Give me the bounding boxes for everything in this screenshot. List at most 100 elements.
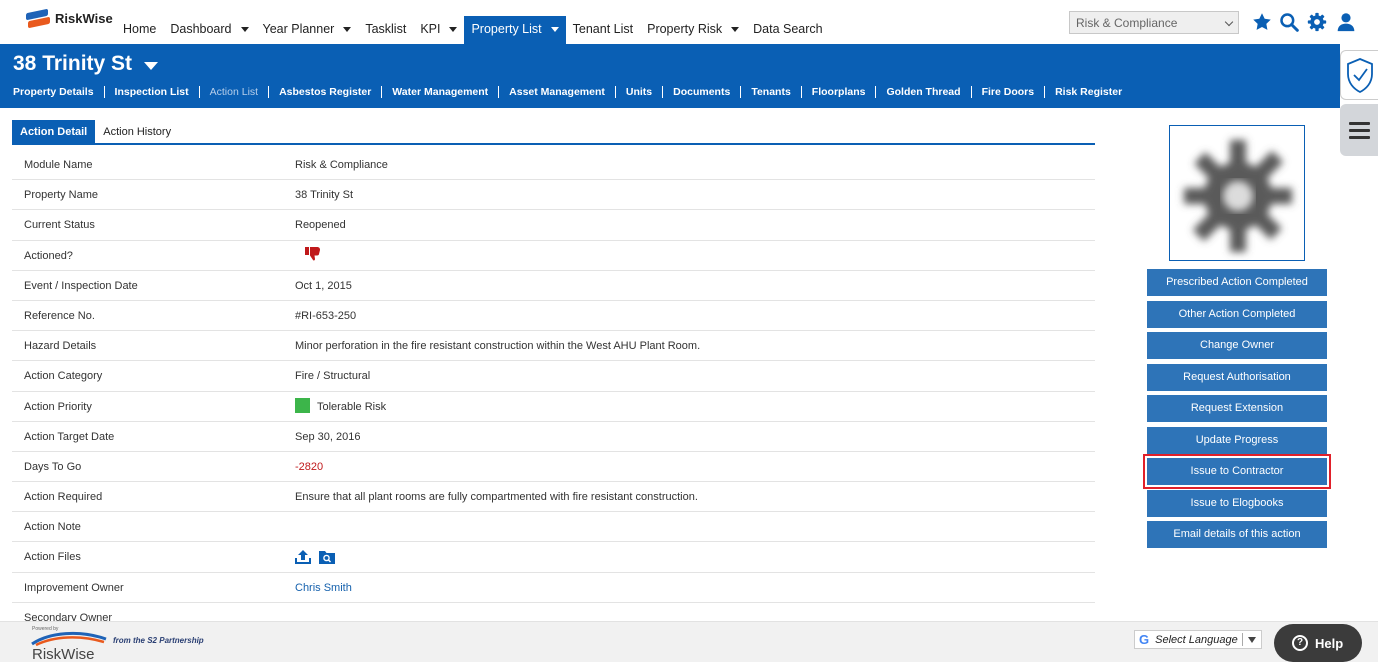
detail-row-event-inspection-date: Event / Inspection Date Oct 1, 2015 — [12, 271, 1095, 301]
detail-label: Action Priority — [24, 400, 92, 413]
compliance-panel-tab[interactable] — [1340, 50, 1378, 100]
detail-value — [305, 246, 321, 261]
detail-label: Action Files — [24, 551, 81, 564]
detail-value: -2820 — [295, 460, 324, 473]
issue-to-contractor-button[interactable]: Issue to Contractor — [1143, 454, 1331, 489]
top-navbar: RiskWise Home Dashboard Year Planner Taskli… — [0, 0, 1378, 44]
subnav-action-list[interactable]: Action List — [198, 86, 268, 98]
nav-item-label: Home — [123, 22, 157, 36]
detail-value: Risk & Compliance — [295, 159, 388, 171]
upload-icon[interactable] — [295, 549, 311, 565]
detail-row-current-status: Current Status Reopened — [12, 210, 1095, 241]
email-details-of-this-action-button[interactable]: Email details of this action — [1147, 521, 1327, 548]
nav-item-year-planner[interactable]: Year Planner — [256, 16, 359, 44]
subnav-asset-management[interactable]: Asset Management — [498, 86, 615, 98]
detail-label: Action Category — [24, 370, 103, 383]
app-name: RiskWise — [55, 10, 113, 26]
star-icon[interactable] — [1252, 12, 1272, 32]
help-button[interactable]: ? Help — [1274, 624, 1362, 662]
nav-item-home[interactable]: Home — [116, 16, 163, 44]
subnav-tenants[interactable]: Tenants — [740, 86, 800, 98]
caret-down-icon — [550, 27, 559, 32]
subnav-golden-thread[interactable]: Golden Thread — [875, 86, 970, 98]
detail-label: Property Name — [24, 189, 98, 202]
subnav-fire-doors[interactable]: Fire Doors — [970, 86, 1045, 98]
detail-value: Ensure that all plant rooms are fully co… — [295, 491, 698, 504]
detail-value: Tolerable Risk — [295, 397, 387, 413]
main-menu: Home Dashboard Year Planner Tasklist KPI Prop… — [116, 16, 830, 44]
google-icon: G — [1139, 632, 1150, 647]
language-select[interactable]: G Select Language — [1134, 630, 1262, 649]
detail-value[interactable]: Chris Smith — [295, 582, 352, 594]
detail-label: Module Name — [24, 159, 93, 171]
nav-item-label: Year Planner — [262, 22, 335, 36]
detail-value: Oct 1, 2015 — [295, 279, 352, 292]
nav-item-label: Tenant List — [572, 22, 634, 36]
search-icon[interactable] — [1279, 12, 1299, 32]
request-extension-button[interactable]: Request Extension — [1147, 395, 1327, 422]
detail-label: Days To Go — [24, 460, 82, 473]
chevron-down-icon — [1224, 17, 1234, 27]
subnav-water-management[interactable]: Water Management — [381, 86, 498, 98]
action-detail-table: Module Name Risk & Compliance Property Nam… — [12, 150, 1095, 633]
update-progress-button[interactable]: Update Progress — [1147, 426, 1327, 454]
subnav-risk-register[interactable]: Risk Register — [1044, 86, 1132, 98]
nav-item-tasklist[interactable]: Tasklist — [358, 16, 413, 44]
folder-search-icon[interactable] — [319, 549, 335, 565]
detail-value: Sep 30, 2016 — [295, 430, 361, 443]
detail-label: Hazard Details — [24, 340, 97, 353]
caret-down-icon — [240, 27, 249, 32]
detail-label: Reference No. — [24, 309, 95, 322]
subnav-floorplans[interactable]: Floorplans — [800, 86, 876, 98]
select-divider — [1242, 633, 1243, 646]
detail-row-module-name: Module Name Risk & Compliance — [12, 150, 1095, 181]
subnav-documents[interactable]: Documents — [662, 86, 740, 98]
nav-item-property-risk[interactable]: Property Risk — [640, 16, 746, 44]
detail-label: Action Target Date — [24, 430, 115, 443]
triangle-down-icon — [1248, 636, 1256, 643]
priority-label: Tolerable Risk — [317, 400, 387, 413]
detail-value: Minor perforation in the fire resistant … — [295, 340, 701, 353]
tab-action-history[interactable]: Action History — [95, 120, 179, 145]
caret-down-icon — [449, 27, 458, 32]
detail-label: Improvement Owner — [24, 581, 124, 594]
nav-item-kpi[interactable]: KPI — [413, 16, 464, 44]
subnav-units[interactable]: Units — [614, 86, 662, 98]
footer-logo-text: RiskWise — [32, 646, 95, 662]
priority-swatch — [295, 397, 310, 413]
nav-item-label: Data Search — [753, 22, 823, 36]
request-authorisation-button[interactable]: Request Authorisation — [1147, 363, 1327, 391]
detail-row-reference-no: Reference No. #RI-653-250 — [12, 301, 1095, 332]
nav-item-data-search[interactable]: Data Search — [746, 16, 829, 44]
detail-row-action-category: Action Category Fire / Structural — [12, 361, 1095, 392]
question-circle-icon: ? — [1292, 635, 1308, 651]
subnav-inspection-list[interactable]: Inspection List — [103, 86, 199, 98]
property-subnav: Property Details Inspection List Action Li… — [13, 86, 1132, 98]
gear-icon[interactable] — [1307, 12, 1327, 32]
property-title-dropdown[interactable]: 38 Trinity St — [13, 52, 159, 76]
footer: Powered by RiskWise from the S2 Partners… — [0, 621, 1378, 662]
detail-label: Actioned? — [24, 249, 73, 262]
change-owner-button[interactable]: Change Owner — [1147, 332, 1327, 359]
prescribed-action-completed-button[interactable]: Prescribed Action Completed — [1147, 269, 1327, 296]
subnav-asbestos-register[interactable]: Asbestos Register — [268, 86, 381, 98]
nav-item-tenant-list[interactable]: Tenant List — [566, 16, 640, 44]
language-select-label: Select Language — [1155, 633, 1238, 646]
action-buttons: Prescribed Action Completed Other Action … — [1143, 269, 1331, 553]
module-select[interactable]: Risk & Compliance — [1069, 11, 1239, 34]
menu-toggle[interactable] — [1340, 104, 1378, 156]
subnav-property-details[interactable]: Property Details — [13, 86, 104, 98]
detail-row-property-name: Property Name 38 Trinity St — [12, 180, 1095, 211]
nav-item-property-list[interactable]: Property List — [464, 16, 566, 44]
user-icon[interactable] — [1336, 12, 1356, 32]
issue-to-elogbooks-button[interactable]: Issue to Elogbooks — [1147, 489, 1327, 517]
caret-down-icon — [144, 61, 159, 70]
tab-action-detail[interactable]: Action Detail — [12, 120, 96, 145]
nav-item-label: KPI — [420, 22, 441, 36]
other-action-completed-button[interactable]: Other Action Completed — [1147, 300, 1327, 328]
nav-item-dashboard[interactable]: Dashboard — [163, 16, 255, 44]
app-logo[interactable]: RiskWise — [24, 8, 113, 31]
property-header: 38 Trinity St Property Details Inspection… — [0, 44, 1340, 108]
module-select-value: Risk & Compliance — [1076, 16, 1178, 30]
detail-value: 38 Trinity St — [295, 189, 354, 202]
